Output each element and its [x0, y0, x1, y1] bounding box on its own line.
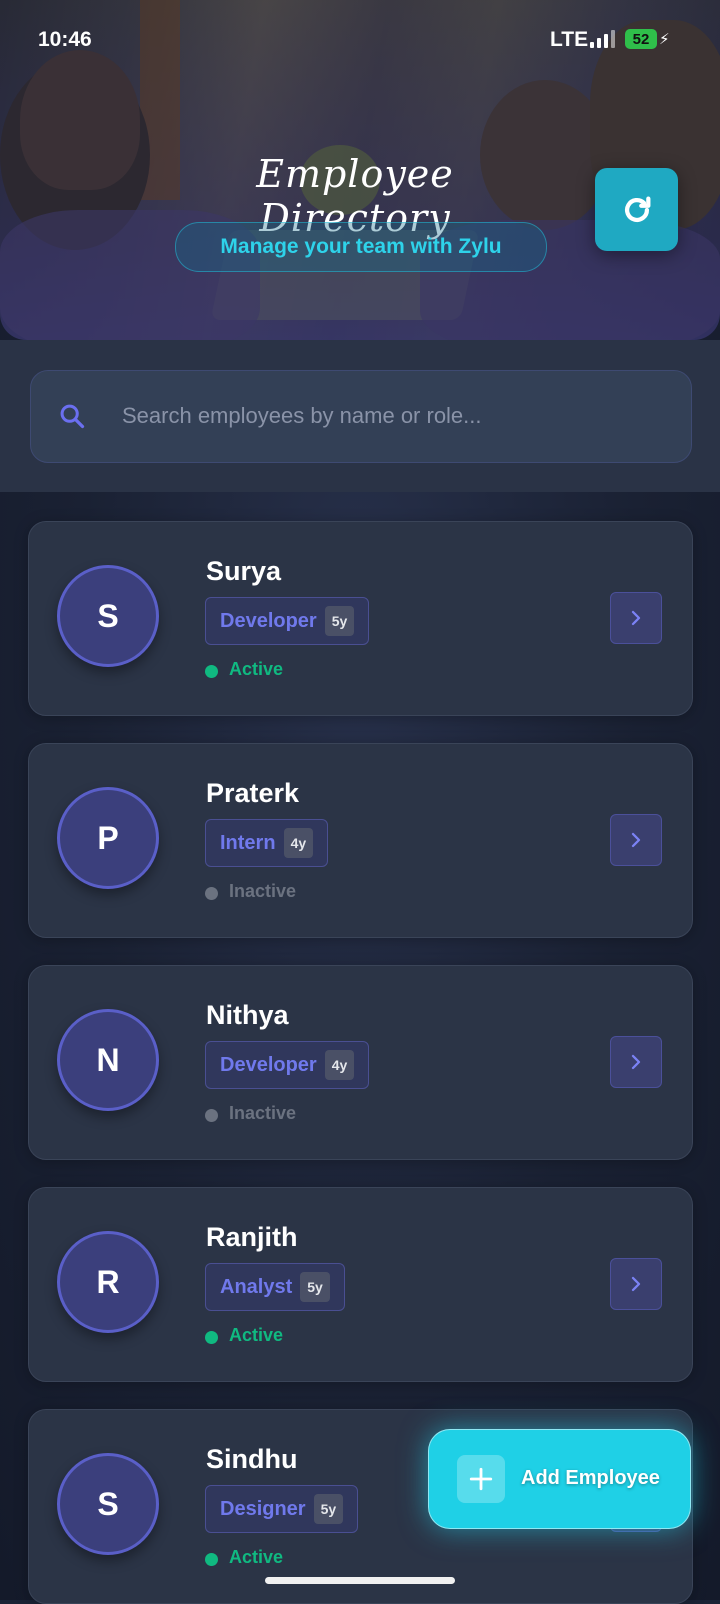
role-text: Intern	[220, 831, 276, 854]
role-text: Developer	[220, 609, 317, 632]
role-text: Analyst	[220, 1275, 293, 1298]
role-badge: Designer 5y	[205, 1485, 359, 1533]
view-details-button[interactable]	[610, 592, 662, 644]
employee-card[interactable]: N Nithya Developer 4y Inactive	[28, 965, 693, 1160]
role-text: Developer	[220, 1053, 317, 1076]
view-details-button[interactable]	[610, 814, 662, 866]
role-badge: Developer 4y	[205, 1041, 370, 1089]
experience-chip: 4y	[324, 1050, 355, 1080]
role-badge: Developer 5y	[205, 597, 370, 645]
view-details-button[interactable]	[610, 1258, 662, 1310]
experience-chip: 5y	[324, 606, 355, 636]
home-indicator[interactable]	[265, 1577, 455, 1584]
view-details-button[interactable]	[610, 1036, 662, 1088]
subtitle-badge: Manage your team with Zylu	[175, 222, 547, 272]
status-dot-icon	[205, 1553, 218, 1566]
charging-icon: ⚡	[659, 31, 670, 48]
refresh-button[interactable]	[595, 168, 678, 251]
employee-card[interactable]: S Surya Developer 5y Active	[28, 521, 693, 716]
avatar: R	[57, 1231, 159, 1333]
avatar: N	[57, 1009, 159, 1111]
status-text: Active	[229, 659, 284, 679]
add-employee-button[interactable]: Add Employee	[428, 1429, 691, 1529]
employee-name: Praterk	[206, 778, 300, 808]
status-text: Inactive	[229, 881, 297, 901]
experience-chip: 4y	[283, 828, 314, 858]
chevron-right-icon	[631, 1054, 641, 1070]
avatar: S	[57, 565, 159, 667]
status-dot-icon	[205, 1109, 218, 1122]
search-input[interactable]	[120, 395, 664, 437]
status-dot-icon	[205, 1331, 218, 1344]
status-dot-icon	[205, 665, 218, 678]
employee-name: Sindhu	[206, 1444, 298, 1474]
chevron-right-icon	[631, 1276, 641, 1292]
subtitle-text: Manage your team with Zylu	[220, 235, 502, 258]
status-text: Active	[229, 1325, 284, 1345]
role-badge: Intern 4y	[205, 819, 329, 867]
employee-name: Ranjith	[206, 1222, 298, 1252]
search-icon	[60, 404, 85, 429]
signal-icon	[590, 30, 616, 48]
status-text: Inactive	[229, 1103, 297, 1123]
refresh-icon	[624, 196, 650, 222]
status-dot-icon	[205, 887, 218, 900]
employee-name: Nithya	[206, 1000, 289, 1030]
chevron-right-icon	[631, 832, 641, 848]
battery-icon: 52	[625, 29, 657, 49]
role-badge: Analyst 5y	[205, 1263, 345, 1311]
role-text: Designer	[220, 1497, 306, 1520]
experience-chip: 5y	[313, 1494, 344, 1524]
experience-chip: 5y	[300, 1272, 330, 1302]
avatar: S	[57, 1453, 159, 1555]
status-bar: 10:46 LTE 52 ⚡	[0, 0, 720, 78]
network-type: LTE	[550, 28, 589, 51]
status-text: Active	[229, 1547, 284, 1567]
employee-card[interactable]: R Ranjith Analyst 5y Active	[28, 1187, 693, 1382]
chevron-right-icon	[631, 610, 641, 626]
employee-name: Surya	[206, 556, 282, 586]
employee-card[interactable]: P Praterk Intern 4y Inactive	[28, 743, 693, 938]
avatar: P	[57, 787, 159, 889]
plus-icon	[457, 1455, 505, 1503]
clock: 10:46	[38, 28, 92, 51]
add-employee-label: Add Employee	[521, 1467, 660, 1489]
